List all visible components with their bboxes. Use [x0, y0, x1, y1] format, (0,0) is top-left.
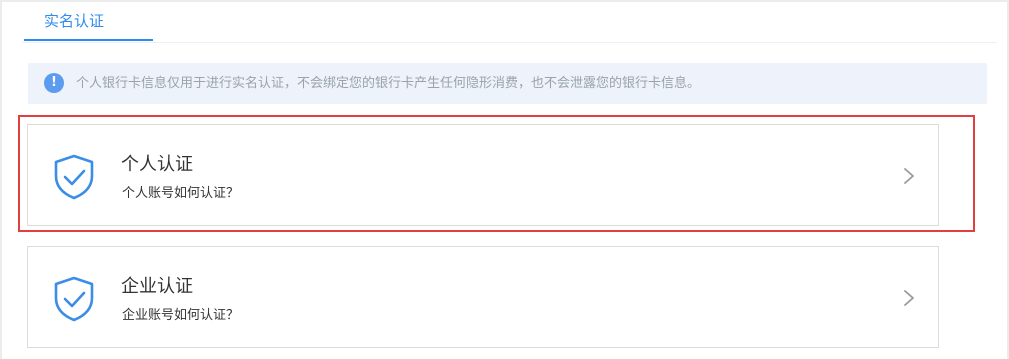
- personal-verification-card[interactable]: 个人认证 个人账号如何认证？: [27, 124, 939, 226]
- shield-check-icon: [54, 154, 94, 200]
- info-notice: ! 个人银行卡信息仅用于进行实名认证，不会绑定您的银行卡产生任何隐形消费，也不会…: [28, 63, 987, 104]
- company-verification-card[interactable]: 企业认证 企业账号如何认证？: [27, 246, 939, 348]
- card-subtitle-link[interactable]: 企业账号如何认证？: [122, 307, 239, 325]
- tab-real-name-verification[interactable]: 实名认证: [24, 4, 153, 41]
- chevron-right-icon: [904, 168, 914, 184]
- notice-text: 个人银行卡信息仅用于进行实名认证，不会绑定您的银行卡产生任何隐形消费，也不会泄露…: [76, 76, 701, 91]
- info-icon: !: [44, 73, 64, 93]
- card-title: 企业认证: [121, 276, 193, 297]
- shield-check-icon: [54, 276, 94, 322]
- tab-bar: 实名认证: [22, 4, 997, 43]
- page-frame: 实名认证 ! 个人银行卡信息仅用于进行实名认证，不会绑定您的银行卡产生任何隐形消…: [0, 0, 1009, 359]
- chevron-right-icon: [904, 290, 914, 306]
- card-title: 个人认证: [121, 154, 193, 175]
- card-subtitle-link[interactable]: 个人账号如何认证？: [122, 185, 239, 203]
